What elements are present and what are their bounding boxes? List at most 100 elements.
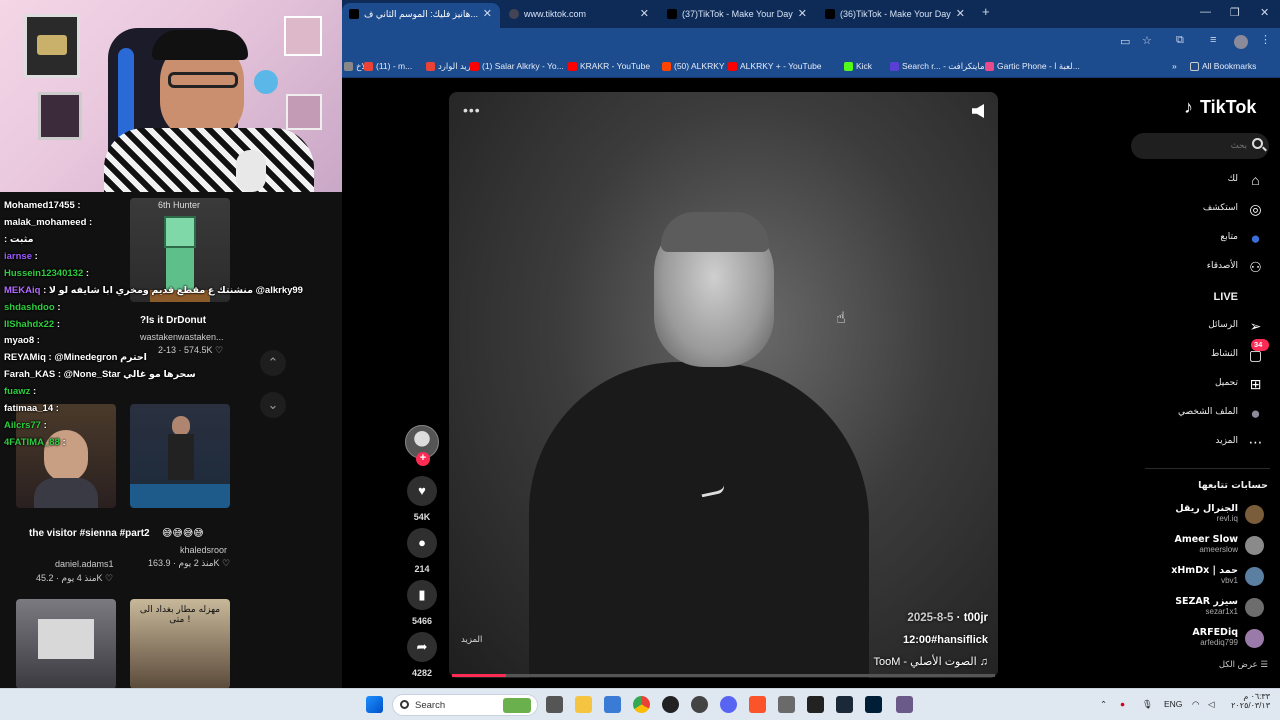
start-icon[interactable]: [366, 696, 383, 713]
sidebar-item-inbox[interactable]: النشاط ▢ 34: [1140, 339, 1269, 367]
card-author[interactable]: wastakenwastaken...: [140, 332, 224, 342]
bookmark-item[interactable]: Gartic Phone - لعبة ا...: [985, 61, 1080, 72]
sidebar-item-label: المزيد: [1215, 436, 1238, 446]
app-icon[interactable]: [778, 696, 795, 713]
close-icon[interactable]: ✕: [798, 3, 807, 25]
video-caption[interactable]: 12:00#hansiflick: [903, 634, 988, 646]
scroll-up-button[interactable]: ⌃: [260, 350, 286, 376]
sidebar-item-friends[interactable]: الأصدقاء ⚇: [1140, 257, 1268, 279]
scroll-down-button[interactable]: ⌄: [260, 392, 286, 418]
feed-card-thumbnail[interactable]: [130, 404, 230, 508]
browser-tab[interactable]: هانيز فليك: الموسم الثاني ف... ✕: [342, 3, 500, 28]
card-title[interactable]: 😅😅😅😅: [162, 528, 204, 539]
bookmark-item[interactable]: (11) - m...: [364, 61, 412, 71]
video-author[interactable]: t00jr: [964, 612, 988, 624]
comment-button[interactable]: ● 214: [407, 528, 437, 574]
tray-chevron-icon[interactable]: ⌃: [1100, 699, 1107, 710]
taskbar-search[interactable]: Search: [392, 694, 538, 716]
card-author[interactable]: daniel.adams1: [55, 559, 114, 569]
close-icon[interactable]: ✕: [640, 3, 649, 25]
feed-card-thumbnail[interactable]: [16, 599, 116, 689]
video-author-date[interactable]: 2025-8-5 · t00jr: [907, 612, 988, 624]
more-caption-button[interactable]: المزيد: [461, 634, 482, 645]
like-button[interactable]: ♥ 54K: [407, 476, 437, 522]
app-icon[interactable]: [896, 696, 913, 713]
chat-message: fatimaa_14 :: [4, 403, 59, 414]
restore-icon[interactable]: ❐: [1230, 6, 1240, 19]
following-account[interactable]: Ameer Slow ameerslow: [1150, 534, 1268, 558]
more-options-icon[interactable]: •••: [463, 102, 481, 118]
obs-icon[interactable]: [662, 696, 679, 713]
sidebar-item-send[interactable]: الرسائل ➢: [1140, 316, 1268, 338]
following-account[interactable]: الجنرال ريقل revl.iq: [1150, 503, 1268, 527]
bookmark-item[interactable]: ALKRKY + - YouTube: [728, 61, 822, 71]
all-bookmarks-button[interactable]: All Bookmarks: [1190, 61, 1256, 71]
following-account[interactable]: SEZAR سيزر sezar1x1: [1150, 596, 1268, 620]
save-button[interactable]: ▮ 5466: [407, 580, 437, 626]
minimize-icon[interactable]: —: [1200, 6, 1211, 18]
media-control-icon[interactable]: ≡: [1210, 34, 1216, 46]
clock[interactable]: ٠٦:٣٣ م ٢٠٢٥/٠٣/١٣: [1228, 692, 1270, 710]
task-view-icon[interactable]: [546, 696, 563, 713]
see-all-link[interactable]: عرض الكل ☰: [1160, 660, 1268, 670]
capcut-icon[interactable]: [807, 696, 824, 713]
bookmark-item[interactable]: Search r... - مايتكرافت: [890, 61, 985, 72]
bookmark-item[interactable]: Kick: [844, 61, 872, 71]
chrome-icon[interactable]: [633, 696, 650, 713]
chat-username: MEKAiq: [4, 285, 41, 296]
sidebar-item-home[interactable]: لك ⌂: [1140, 170, 1268, 192]
creator-avatar[interactable]: +: [405, 425, 439, 466]
discord-icon[interactable]: [720, 696, 737, 713]
bookmark-favicon-icon: [364, 62, 373, 71]
following-account[interactable]: xHmDx | حمد vbv1: [1150, 565, 1268, 589]
tiktok-logo[interactable]: ♪ TikTok: [1184, 97, 1256, 118]
sidebar-item-more[interactable]: المزيد ⋯: [1140, 432, 1268, 454]
sidebar-item-upload[interactable]: تحميل ⊞: [1140, 374, 1268, 396]
search-icon[interactable]: [1252, 138, 1263, 149]
volume-icon[interactable]: [972, 104, 984, 118]
video-sound[interactable]: ToоM - الصوت الأصلي ♫: [873, 655, 988, 668]
card-author[interactable]: khaledsroor: [180, 545, 227, 555]
bookmark-item[interactable]: KRAKR - YouTube: [568, 61, 650, 71]
photoshop-icon[interactable]: [865, 696, 882, 713]
brave-icon[interactable]: [749, 696, 766, 713]
new-tab-button[interactable]: +: [982, 4, 990, 19]
wifi-icon[interactable]: ◠: [1192, 699, 1199, 710]
volume-icon[interactable]: ◁: [1208, 699, 1215, 710]
close-icon[interactable]: ✕: [956, 3, 965, 25]
bookmark-item[interactable]: (50) ALKRKY: [662, 61, 725, 71]
language-indicator[interactable]: ENG: [1164, 699, 1182, 709]
following-account[interactable]: ARFEDiq arfediq799: [1150, 627, 1268, 651]
search-input[interactable]: [1139, 137, 1247, 155]
card-title[interactable]: the visitor #sienna #part2: [29, 528, 150, 539]
file-explorer-icon[interactable]: [575, 696, 592, 713]
bookmark-item[interactable]: (1) Salar Alkrky - Yo...: [470, 61, 564, 71]
browser-tab[interactable]: www.tiktok.com ✕: [502, 3, 657, 28]
feed-card-thumbnail[interactable]: مهزله مطار بغداد الى متى !: [130, 599, 230, 689]
search-bar[interactable]: [1131, 133, 1269, 159]
steam-icon[interactable]: [836, 696, 853, 713]
bookmarks-overflow-icon[interactable]: »: [1172, 61, 1177, 71]
close-window-icon[interactable]: ✕: [1260, 6, 1269, 19]
close-icon[interactable]: ✕: [483, 3, 492, 25]
share-button[interactable]: ➦ 4282: [407, 632, 437, 678]
browser-tab[interactable]: (36)TikTok - Make Your Day ✕: [818, 3, 973, 28]
sidebar-item-compass[interactable]: استكشف ◎: [1140, 199, 1268, 221]
sidebar-item-avatar[interactable]: متابع ●: [1140, 228, 1268, 250]
sidebar-item-profile[interactable]: الملف الشخصي ●: [1140, 403, 1268, 425]
profile-avatar[interactable]: [1234, 35, 1248, 49]
card-title[interactable]: ?Is it DrDonut: [140, 315, 206, 326]
cast-icon[interactable]: ▭: [1120, 35, 1130, 48]
star-icon[interactable]: ☆: [1142, 34, 1152, 47]
video-progress-bar[interactable]: [452, 674, 995, 677]
video-player[interactable]: ••• 2025-8-5 · t00jr 12:00#hansiflick To…: [449, 92, 998, 678]
extensions-icon[interactable]: ⧉: [1176, 34, 1184, 47]
settings-icon[interactable]: [691, 696, 708, 713]
tray-app-icon[interactable]: ●: [1120, 699, 1125, 709]
mic-icon[interactable]: 🎙: [1142, 699, 1153, 710]
follow-plus-icon[interactable]: +: [416, 452, 430, 466]
store-icon[interactable]: [604, 696, 621, 713]
browser-tab[interactable]: (37)TikTok - Make Your Day ✕: [660, 3, 815, 28]
sidebar-item-live[interactable]: LIVE: [1140, 287, 1268, 309]
menu-icon[interactable]: ⋮: [1260, 33, 1271, 46]
